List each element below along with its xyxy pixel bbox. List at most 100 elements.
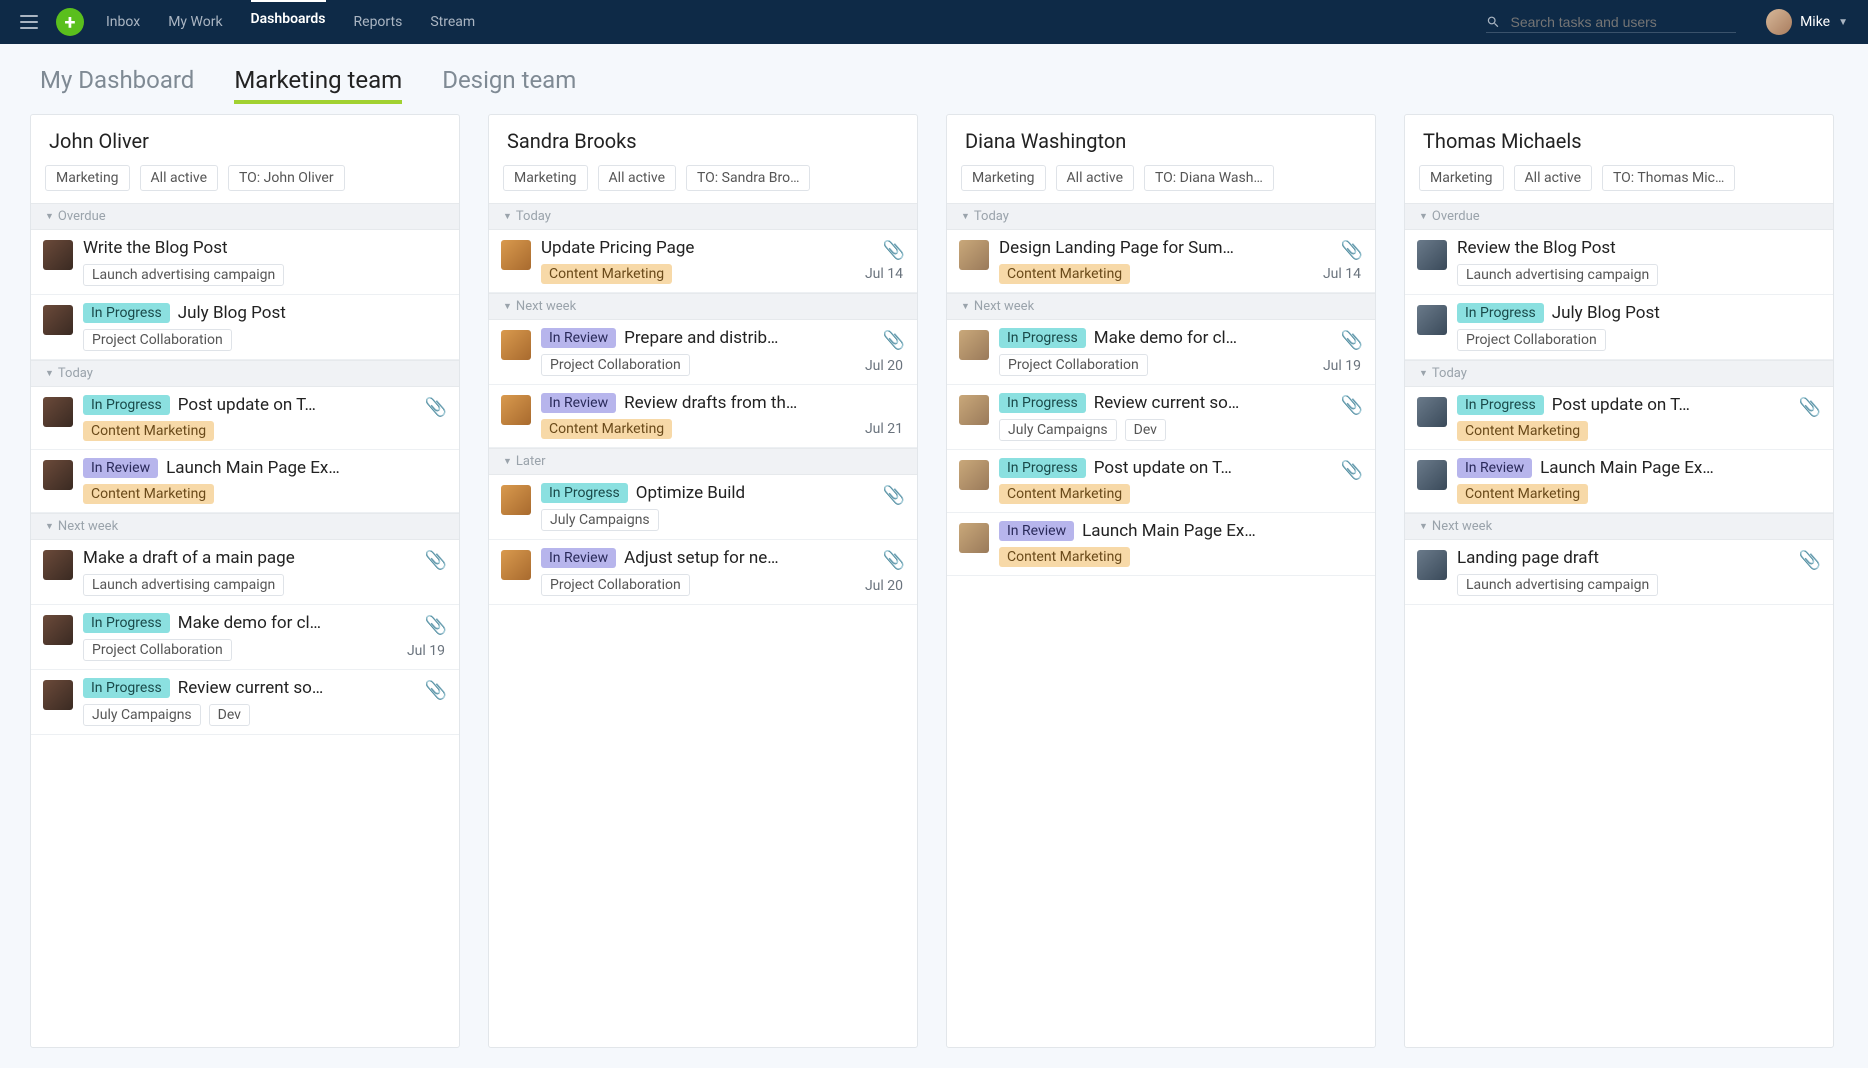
- nav-item-dashboards[interactable]: Dashboards: [251, 0, 326, 42]
- project-pill: Project Collaboration: [541, 574, 690, 596]
- tab-my-dashboard[interactable]: My Dashboard: [40, 66, 194, 104]
- section-header[interactable]: ▼Next week: [31, 513, 459, 540]
- search-box[interactable]: [1486, 12, 1736, 33]
- collapse-icon: ▼: [1419, 368, 1428, 379]
- collapse-icon: ▼: [961, 211, 970, 222]
- task-title: Review drafts from th…: [624, 393, 905, 413]
- task-row[interactable]: Design Landing Page for Sum…Content Mark…: [947, 230, 1375, 293]
- filter-chip[interactable]: TO: John Oliver: [228, 165, 345, 191]
- section-header[interactable]: ▼ Today: [1405, 360, 1833, 387]
- task-row[interactable]: Write the Blog PostLaunch advertising ca…: [31, 230, 459, 295]
- section-header[interactable]: ▼Next week: [947, 293, 1375, 320]
- task-row[interactable]: In ProgressPost update on T…Content Mark…: [947, 450, 1375, 513]
- task-row[interactable]: In ProgressPost update on T…Content Mark…: [31, 387, 459, 450]
- search-input[interactable]: [1511, 14, 1737, 30]
- section-label: Next week: [58, 519, 118, 534]
- task-body: Design Landing Page for Sum…Content Mark…: [999, 238, 1363, 284]
- task-row[interactable]: In ProgressMake demo for cl…Project Coll…: [31, 605, 459, 670]
- filter-chip[interactable]: TO: Thomas Mic…: [1602, 165, 1735, 191]
- status-tag: In Review: [83, 458, 158, 478]
- assignee-avatar: [959, 523, 989, 553]
- task-row[interactable]: Review the Blog PostLaunch advertising c…: [1405, 230, 1833, 295]
- task-row[interactable]: In ProgressJuly Blog PostProject Collabo…: [1405, 295, 1833, 360]
- task-body: Landing page draftLaunch advertising cam…: [1457, 548, 1821, 596]
- task-title: Post update on T…: [1552, 395, 1821, 415]
- task-row[interactable]: In ProgressReview current so…July Campai…: [31, 670, 459, 735]
- project-pill: Project Collaboration: [1457, 329, 1606, 351]
- attachment-icon: 📎: [425, 397, 447, 418]
- section-header[interactable]: ▼Overdue: [31, 203, 459, 230]
- status-tag: In Review: [1457, 458, 1532, 478]
- project-pill: Launch advertising campaign: [83, 264, 284, 286]
- nav-item-stream[interactable]: Stream: [430, 2, 475, 42]
- task-body: In ReviewReview drafts from th…Content M…: [541, 393, 905, 439]
- board-column: Thomas Michaels Marketing All active TO: Th…: [1404, 114, 1834, 1048]
- tab-design-team[interactable]: Design team: [442, 66, 576, 104]
- due-date: Jul 19: [407, 643, 445, 659]
- menu-icon[interactable]: [20, 15, 38, 29]
- task-row[interactable]: In ReviewAdjust setup for ne…Project Col…: [489, 540, 917, 605]
- section-header[interactable]: ▼Today: [31, 360, 459, 387]
- task-title: Launch Main Page Ex…: [1082, 521, 1363, 541]
- board-title: Sandra Brooks: [489, 115, 917, 159]
- board-title: Thomas Michaels: [1405, 115, 1833, 159]
- filter-chip[interactable]: Marketing: [503, 165, 588, 191]
- project-pill: Launch advertising campaign: [1457, 264, 1658, 286]
- task-row[interactable]: Update Pricing PageContent Marketing📎Jul…: [489, 230, 917, 293]
- user-menu[interactable]: Mike ▼: [1766, 9, 1848, 35]
- collapse-icon: ▼: [45, 368, 54, 379]
- task-row[interactable]: In ProgressPost update on T…Content Mark…: [1405, 387, 1833, 450]
- filter-chip[interactable]: All active: [1514, 165, 1592, 191]
- task-row[interactable]: In ReviewPrepare and distrib…Project Col…: [489, 320, 917, 385]
- section-header[interactable]: ▼Next week: [489, 293, 917, 320]
- tab-marketing-team[interactable]: Marketing team: [234, 66, 402, 104]
- section-header[interactable]: ▼ Today: [947, 203, 1375, 230]
- task-row[interactable]: In ReviewLaunch Main Page Ex…Content Mar…: [947, 513, 1375, 576]
- nav-item-inbox[interactable]: Inbox: [106, 2, 140, 42]
- assignee-avatar: [959, 240, 989, 270]
- section-label: Next week: [1432, 519, 1492, 534]
- section-header[interactable]: ▼Overdue: [1405, 203, 1833, 230]
- task-body: Write the Blog PostLaunch advertising ca…: [83, 238, 447, 286]
- due-date: Jul 20: [865, 358, 903, 374]
- task-row[interactable]: In ReviewLaunch Main Page Ex…Content Mar…: [1405, 450, 1833, 513]
- task-title: Launch Main Page Ex…: [1540, 458, 1821, 478]
- section-header[interactable]: ▼Today: [489, 203, 917, 230]
- top-nav: Inbox My Work Dashboards Reports Stream: [106, 2, 475, 42]
- filter-chip[interactable]: Marketing: [961, 165, 1046, 191]
- nav-item-my-work[interactable]: My Work: [168, 2, 222, 42]
- filter-chip[interactable]: All active: [598, 165, 676, 191]
- section-header[interactable]: ▼Next week: [1405, 513, 1833, 540]
- board-column: John OliverMarketingAll activeTO: John O…: [30, 114, 460, 1048]
- task-row[interactable]: In ProgressJuly Blog PostProject Collabo…: [31, 295, 459, 360]
- filter-chip[interactable]: All active: [140, 165, 218, 191]
- task-body: In ReviewAdjust setup for ne…Project Col…: [541, 548, 905, 596]
- filter-chip[interactable]: TO: Sandra Bro…: [686, 165, 810, 191]
- task-row[interactable]: In ReviewReview drafts from th…Content M…: [489, 385, 917, 448]
- task-row[interactable]: In ProgressOptimize BuildJuly Campaigns📎: [489, 475, 917, 540]
- filter-chip[interactable]: Marketing: [1419, 165, 1504, 191]
- filter-chip[interactable]: TO: Diana Wash…: [1144, 165, 1274, 191]
- add-button[interactable]: +: [56, 8, 84, 36]
- section-header[interactable]: ▼Later: [489, 448, 917, 475]
- project-pill: Project Collaboration: [541, 354, 690, 376]
- filter-chip[interactable]: Marketing: [45, 165, 130, 191]
- section-label: Today: [974, 209, 1009, 224]
- task-row[interactable]: In ProgressReview current so…July Campai…: [947, 385, 1375, 450]
- assignee-avatar: [501, 550, 531, 580]
- task-title: Adjust setup for ne…: [624, 548, 905, 568]
- task-row[interactable]: Landing page draftLaunch advertising cam…: [1405, 540, 1833, 605]
- task-row[interactable]: In ProgressMake demo for cl…Project Coll…: [947, 320, 1375, 385]
- due-date: Jul 21: [865, 421, 903, 437]
- nav-item-reports[interactable]: Reports: [354, 2, 403, 42]
- task-title: Review current so…: [178, 678, 447, 698]
- assignee-avatar: [959, 330, 989, 360]
- task-row[interactable]: Make a draft of a main pageLaunch advert…: [31, 540, 459, 605]
- attachment-icon: 📎: [883, 240, 905, 261]
- category-tag: Content Marketing: [999, 547, 1130, 567]
- section-label: Today: [1432, 366, 1467, 381]
- task-row[interactable]: In ReviewLaunch Main Page Ex…Content Mar…: [31, 450, 459, 513]
- filter-chip[interactable]: All active: [1056, 165, 1134, 191]
- project-pill: Launch advertising campaign: [83, 574, 284, 596]
- status-tag: In Progress: [83, 678, 170, 698]
